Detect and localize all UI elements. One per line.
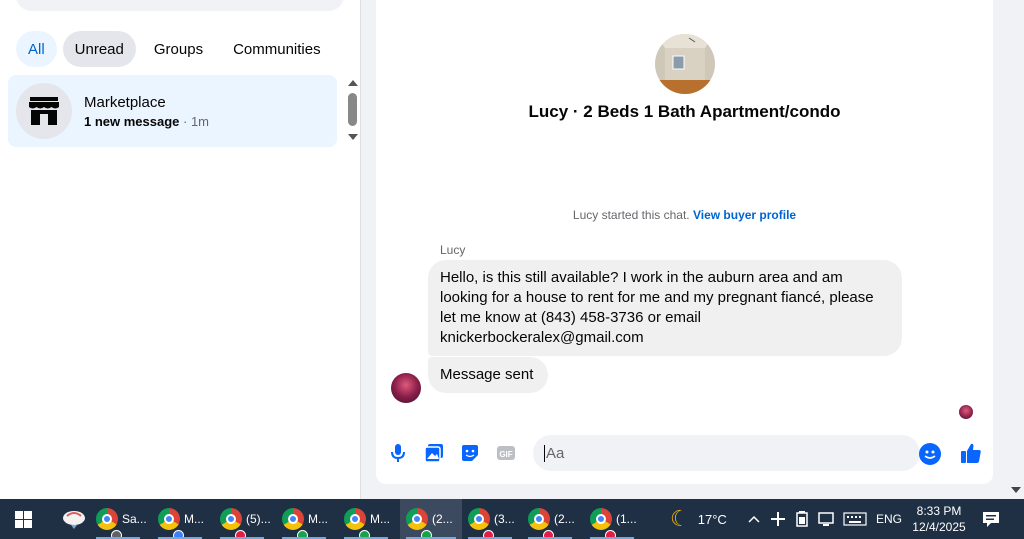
message-bubble-sent[interactable]: Message sent [428, 357, 548, 393]
listing-photo[interactable] [655, 34, 715, 94]
emoji-icon[interactable] [919, 443, 941, 465]
taskbar-chrome-window[interactable]: Sa... [90, 499, 147, 539]
filter-tabs: All Unread Groups Communities [16, 31, 333, 67]
filter-groups[interactable]: Groups [142, 31, 215, 67]
chrome-icon [590, 508, 616, 539]
listing-title: Lucy · 2 Beds 1 Bath Apartment/condo [528, 102, 841, 121]
like-icon[interactable] [959, 441, 983, 465]
keyboard-icon[interactable] [843, 499, 867, 539]
filter-unread[interactable]: Unread [62, 31, 136, 67]
chevron-up-icon[interactable] [748, 499, 760, 539]
battery-icon[interactable] [795, 499, 809, 539]
message-input[interactable]: Aa [533, 435, 920, 471]
message-input-placeholder: Aa [546, 444, 565, 462]
avatar[interactable] [391, 373, 421, 403]
system-clock[interactable]: 8:33 PM 12/4/2025 [905, 503, 973, 535]
storefront-icon [16, 83, 72, 139]
microphone-icon[interactable] [387, 442, 409, 464]
network-icon[interactable] [818, 499, 836, 539]
plus-icon[interactable] [770, 499, 786, 539]
text-caret [544, 444, 545, 462]
clock-date: 12/4/2025 [912, 520, 966, 534]
scrollbar[interactable] [345, 78, 359, 144]
chrome-icon [528, 508, 554, 539]
scroll-up-icon[interactable] [348, 80, 358, 86]
chat-panel: Lucy · 2 Beds 1 Bath Apartment/condo Luc… [376, 0, 993, 484]
weather-widget[interactable]: ☾ 17°C [670, 499, 727, 539]
unread-count-text: 1 new message [84, 113, 180, 129]
view-buyer-profile-link[interactable]: View buyer profile [693, 208, 796, 222]
chat-started-text: Lucy started this chat. [572, 208, 693, 222]
chrome-icon [344, 508, 370, 539]
sticker-icon[interactable] [459, 442, 481, 464]
taskbar-window-label: (3... [494, 512, 515, 526]
conversation-time: · 1m [179, 113, 210, 129]
taskbar-window-label: M... [308, 512, 328, 526]
chrome-icon [468, 508, 494, 539]
windows-start-icon[interactable] [15, 511, 32, 528]
gif-icon[interactable]: GIF [495, 442, 517, 464]
chat-list-panel: All Unread Groups Communities Marketplac… [0, 0, 361, 499]
scroll-down-icon[interactable] [1011, 487, 1021, 493]
notification-icon[interactable] [982, 499, 1000, 539]
conversation-title: Marketplace [84, 93, 166, 111]
taskbar-chrome-window[interactable]: M... [152, 499, 208, 539]
taskbar-window-label: (5)... [246, 512, 271, 526]
taskbar-chrome-window[interactable]: M... [276, 499, 332, 539]
filter-communities[interactable]: Communities [221, 31, 333, 67]
taskbar: Sa... M... (5)... M... M... (2... (3... … [0, 499, 1024, 539]
chrome-icon [96, 508, 122, 539]
chrome-icon [158, 508, 184, 539]
taskbar-chrome-window[interactable]: (2... [522, 499, 578, 539]
taskbar-chrome-window-active[interactable]: (2... [400, 499, 462, 539]
chrome-icon [406, 508, 432, 539]
message-bubble[interactable]: Hello, is this still available? I work i… [428, 260, 902, 356]
weather-temperature: 17°C [697, 511, 727, 527]
taskbar-window-label: M... [370, 512, 390, 526]
chrome-icon [282, 508, 308, 539]
taskbar-window-label: M... [184, 512, 204, 526]
taskbar-window-label: Sa... [122, 512, 147, 526]
taskbar-window-label: (1... [616, 512, 637, 526]
scrollbar-thumb[interactable] [348, 93, 357, 126]
taskbar-window-label: (2... [554, 512, 575, 526]
language-indicator[interactable]: ENG [876, 499, 902, 539]
taskbar-chrome-window[interactable]: (1... [584, 499, 640, 539]
photo-icon[interactable] [423, 442, 445, 464]
sender-name: Lucy [440, 243, 466, 257]
message-composer: GIF Aa [376, 432, 993, 474]
search-input[interactable] [16, 0, 344, 11]
taskbar-chrome-window[interactable]: (3... [462, 499, 518, 539]
clock-time: 8:33 PM [916, 504, 962, 518]
conversation-item-marketplace[interactable]: Marketplace 1 new message · 1m [8, 75, 337, 147]
seen-indicator-avatar [959, 405, 973, 419]
taskbar-chrome-window[interactable]: (5)... [214, 499, 271, 539]
conversation-preview: 1 new message · 1m [84, 114, 209, 129]
taskbar-chrome-window[interactable]: M... [338, 499, 394, 539]
taskbar-window-label: (2... [432, 512, 453, 526]
scroll-down-icon[interactable] [348, 134, 358, 140]
chrome-icon [220, 508, 246, 539]
moon-icon: ☾ [670, 506, 690, 531]
chat-started-notice: Lucy started this chat. View buyer profi… [376, 208, 993, 222]
filter-all[interactable]: All [16, 31, 57, 67]
svg-text:GIF: GIF [499, 450, 512, 459]
page-scroll-down-arrow[interactable] [1010, 484, 1022, 496]
